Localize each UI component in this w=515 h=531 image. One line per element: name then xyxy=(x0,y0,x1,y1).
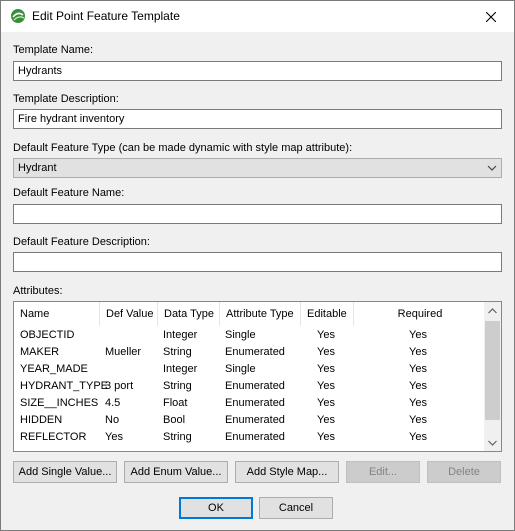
cell-name: SIZE__INCHES xyxy=(20,397,99,409)
chevron-down-icon xyxy=(487,165,497,171)
title-bar: Edit Point Feature Template xyxy=(1,1,514,32)
cell-required: Yes xyxy=(409,431,427,443)
template-description-label: Template Description: xyxy=(13,93,119,105)
column-header-required[interactable]: Required xyxy=(354,302,486,326)
cell-editable: Yes xyxy=(317,380,335,392)
vertical-scrollbar[interactable] xyxy=(484,302,501,451)
cancel-button[interactable]: Cancel xyxy=(259,497,333,519)
cell-attribute-type: Enumerated xyxy=(225,431,285,443)
table-row[interactable]: OBJECTID Integer Single Yes Yes xyxy=(14,327,486,344)
cell-name: REFLECTOR xyxy=(20,431,87,443)
attributes-label: Attributes: xyxy=(13,285,63,297)
cell-data-type: Integer xyxy=(163,329,198,341)
add-style-map-button[interactable]: Add Style Map... xyxy=(235,461,339,483)
cell-attribute-type: Enumerated xyxy=(225,414,285,426)
feature-type-label: Default Feature Type (can be made dynami… xyxy=(13,142,353,154)
table-row[interactable]: HIDDEN No Bool Enumerated Yes Yes xyxy=(14,412,486,429)
cell-name: HYDRANT_TYPE xyxy=(20,380,109,392)
cell-data-type: String xyxy=(163,431,192,443)
cell-data-type: String xyxy=(163,346,192,358)
close-icon xyxy=(486,11,496,22)
cell-data-type: Float xyxy=(163,397,188,409)
cell-attribute-type: Enumerated xyxy=(225,346,285,358)
cell-data-type: String xyxy=(163,380,192,392)
chevron-down-icon xyxy=(488,440,497,446)
cell-required: Yes xyxy=(409,363,427,375)
template-name-label: Template Name: xyxy=(13,44,94,56)
cell-required: Yes xyxy=(409,414,427,426)
scroll-thumb[interactable] xyxy=(485,321,500,420)
cell-editable: Yes xyxy=(317,431,335,443)
cell-editable: Yes xyxy=(317,414,335,426)
column-header-name[interactable]: Name xyxy=(14,302,100,326)
cell-def-value: Mueller xyxy=(105,346,142,358)
feature-name-label: Default Feature Name: xyxy=(13,187,125,199)
table-row[interactable]: YEAR_MADE Integer Single Yes Yes xyxy=(14,361,486,378)
cell-def-value: Yes xyxy=(105,431,123,443)
cell-name: MAKER xyxy=(20,346,60,358)
feature-description-label: Default Feature Description: xyxy=(13,236,150,248)
cell-attribute-type: Single xyxy=(225,363,256,375)
add-enum-value-button[interactable]: Add Enum Value... xyxy=(124,461,228,483)
feature-name-input[interactable] xyxy=(13,204,502,224)
cell-data-type: Bool xyxy=(163,414,186,426)
cell-attribute-type: Single xyxy=(225,329,256,341)
cell-required: Yes xyxy=(409,397,427,409)
window-title: Edit Point Feature Template xyxy=(32,9,180,23)
cell-def-value: No xyxy=(105,414,120,426)
column-header-attribute-type[interactable]: Attribute Type xyxy=(220,302,301,326)
ok-button[interactable]: OK xyxy=(179,497,253,519)
cell-name: HIDDEN xyxy=(20,414,63,426)
template-description-input[interactable]: Fire hydrant inventory xyxy=(13,109,502,129)
edit-point-feature-template-dialog: Edit Point Feature Template Template Nam… xyxy=(0,0,515,531)
table-row[interactable]: HYDRANT_TYPE 3 port String Enumerated Ye… xyxy=(14,378,486,395)
table-row[interactable]: REFLECTOR Yes String Enumerated Yes Yes xyxy=(14,429,486,446)
column-header-data-type[interactable]: Data Type xyxy=(158,302,220,326)
scroll-down-button[interactable] xyxy=(484,434,501,451)
cell-editable: Yes xyxy=(317,363,335,375)
column-header-def-value[interactable]: Def Value xyxy=(100,302,158,326)
close-button[interactable] xyxy=(468,1,514,32)
feature-description-input[interactable] xyxy=(13,252,502,272)
attributes-table[interactable]: Name Def Value Data Type Attribute Type … xyxy=(13,301,502,452)
cell-editable: Yes xyxy=(317,397,335,409)
cell-attribute-type: Enumerated xyxy=(225,380,285,392)
cell-editable: Yes xyxy=(317,329,335,341)
cell-def-value: 3 port xyxy=(105,380,134,392)
feature-type-selected: Hydrant xyxy=(18,162,57,174)
template-name-input[interactable]: Hydrants xyxy=(13,61,502,81)
cell-required: Yes xyxy=(409,346,427,358)
table-header: Name Def Value Data Type Attribute Type … xyxy=(14,302,486,326)
edit-button[interactable]: Edit... xyxy=(346,461,420,483)
add-single-value-button[interactable]: Add Single Value... xyxy=(13,461,117,483)
feature-type-select[interactable]: Hydrant xyxy=(13,158,502,178)
scroll-up-button[interactable] xyxy=(484,302,501,319)
column-header-editable[interactable]: Editable xyxy=(301,302,354,326)
cell-required: Yes xyxy=(409,329,427,341)
table-row[interactable]: SIZE__INCHES 4.5 Float Enumerated Yes Ye… xyxy=(14,395,486,412)
cell-name: OBJECTID xyxy=(20,329,75,341)
table-row[interactable]: MAKER Mueller String Enumerated Yes Yes xyxy=(14,344,486,361)
chevron-up-icon xyxy=(488,307,497,313)
cell-required: Yes xyxy=(409,380,427,392)
cell-name: YEAR_MADE xyxy=(20,363,88,375)
cell-editable: Yes xyxy=(317,346,335,358)
cell-attribute-type: Enumerated xyxy=(225,397,285,409)
cell-def-value: 4.5 xyxy=(105,397,121,409)
cell-data-type: Integer xyxy=(163,363,198,375)
globe-icon xyxy=(10,8,26,24)
delete-button[interactable]: Delete xyxy=(427,461,501,483)
